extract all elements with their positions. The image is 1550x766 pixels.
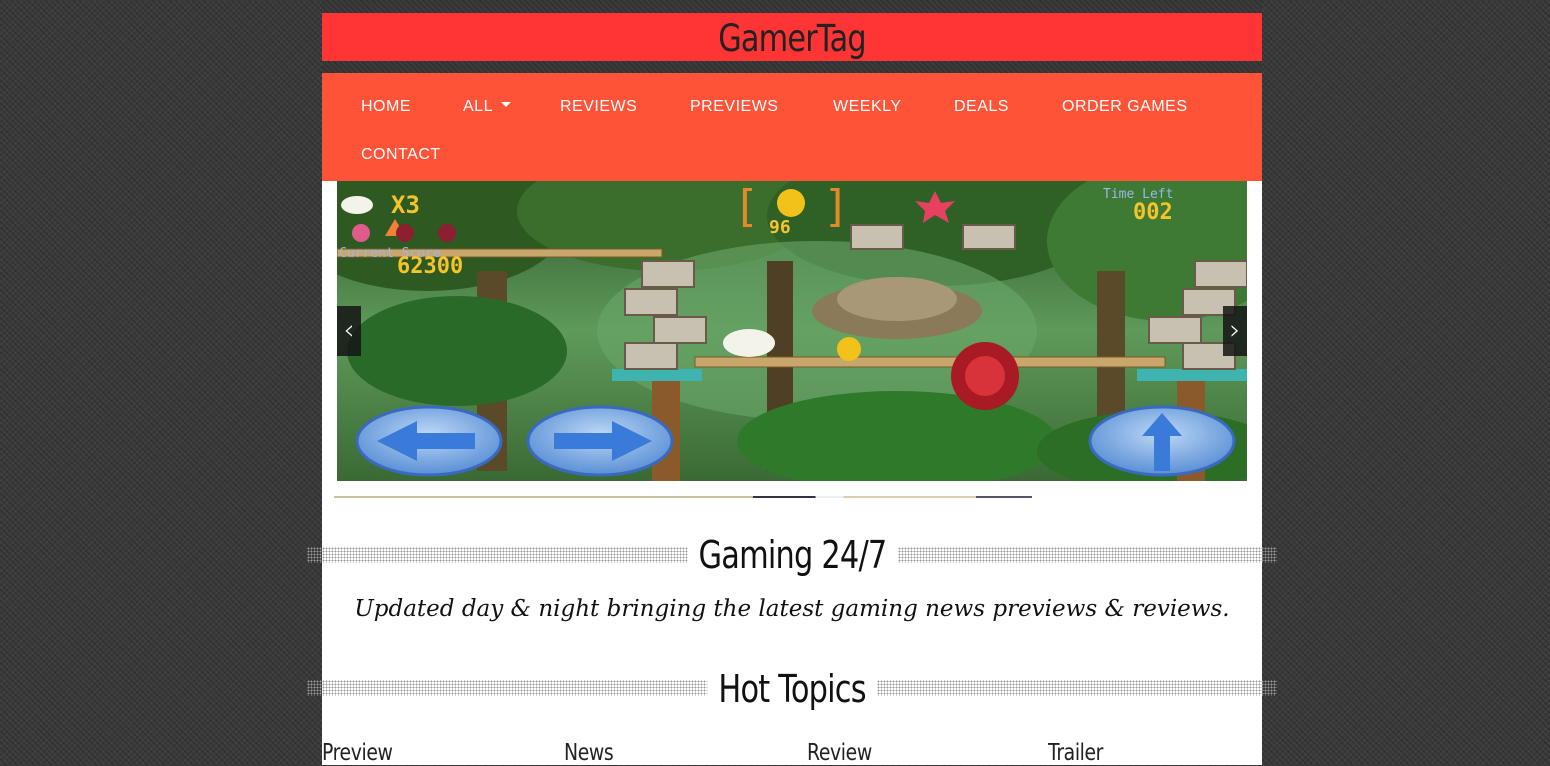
slider-prev-button[interactable]: ‹: [337, 306, 361, 356]
topic-news[interactable]: News: [564, 740, 614, 766]
intro-heading-text: Gaming 24/7: [686, 530, 898, 580]
site-header: GamerTag: [322, 13, 1262, 61]
nav-item-all[interactable]: ALL: [463, 98, 511, 116]
hud-score: 62300: [397, 254, 463, 279]
svg-text:]: ]: [823, 181, 850, 232]
slider-progress-bar: [334, 496, 1032, 498]
caret-down-icon: [500, 102, 511, 108]
nav-item-contact[interactable]: CONTACT: [361, 146, 441, 164]
intro-tagline: Updated day & night bringing the latest …: [354, 596, 1230, 622]
nav-item-weekly[interactable]: WEEKLY: [833, 98, 902, 116]
nav-item-deals[interactable]: DEALS: [954, 98, 1009, 116]
topic-review[interactable]: Review: [807, 740, 872, 766]
intro-heading: Gaming 24/7: [322, 530, 1262, 580]
hud-coins: 96: [769, 217, 791, 238]
hot-topics-heading-text: Hot Topics: [707, 664, 877, 714]
nav-item-order-games[interactable]: ORDER GAMES: [1062, 98, 1188, 116]
topic-trailer[interactable]: Trailer: [1048, 740, 1103, 766]
slide-image-jungle-game: X3 Current Score 62300 [ ] 96 Time Left …: [337, 181, 1247, 481]
image-slider[interactable]: X3 Current Score 62300 [ ] 96 Time Left …: [337, 181, 1247, 481]
nav-item-home[interactable]: HOME: [361, 98, 411, 116]
hot-topics-heading: Hot Topics: [322, 664, 1262, 714]
site-title[interactable]: GamerTag: [718, 13, 866, 65]
hud-lives: X3: [391, 191, 420, 219]
chevron-left-icon: ‹: [343, 313, 355, 346]
header-gap: [322, 61, 1262, 73]
slider-next-button[interactable]: ›: [1223, 306, 1247, 356]
main-nav: HOME ALL REVIEWS PREVIEWS WEEKLY DEALS O…: [322, 73, 1262, 181]
page-top-gap: [322, 0, 1262, 13]
svg-text:[: [: [733, 181, 760, 232]
topic-preview[interactable]: Preview: [322, 740, 393, 766]
nav-item-reviews[interactable]: REVIEWS: [560, 98, 637, 116]
hud-time: 002: [1133, 200, 1173, 225]
nav-item-previews[interactable]: PREVIEWS: [690, 98, 778, 116]
chevron-right-icon: ›: [1229, 313, 1241, 346]
nav-item-all-label: ALL: [463, 98, 493, 115]
page-container: GamerTag HOME ALL REVIEWS PREVIEWS WEEKL…: [307, 0, 1277, 766]
